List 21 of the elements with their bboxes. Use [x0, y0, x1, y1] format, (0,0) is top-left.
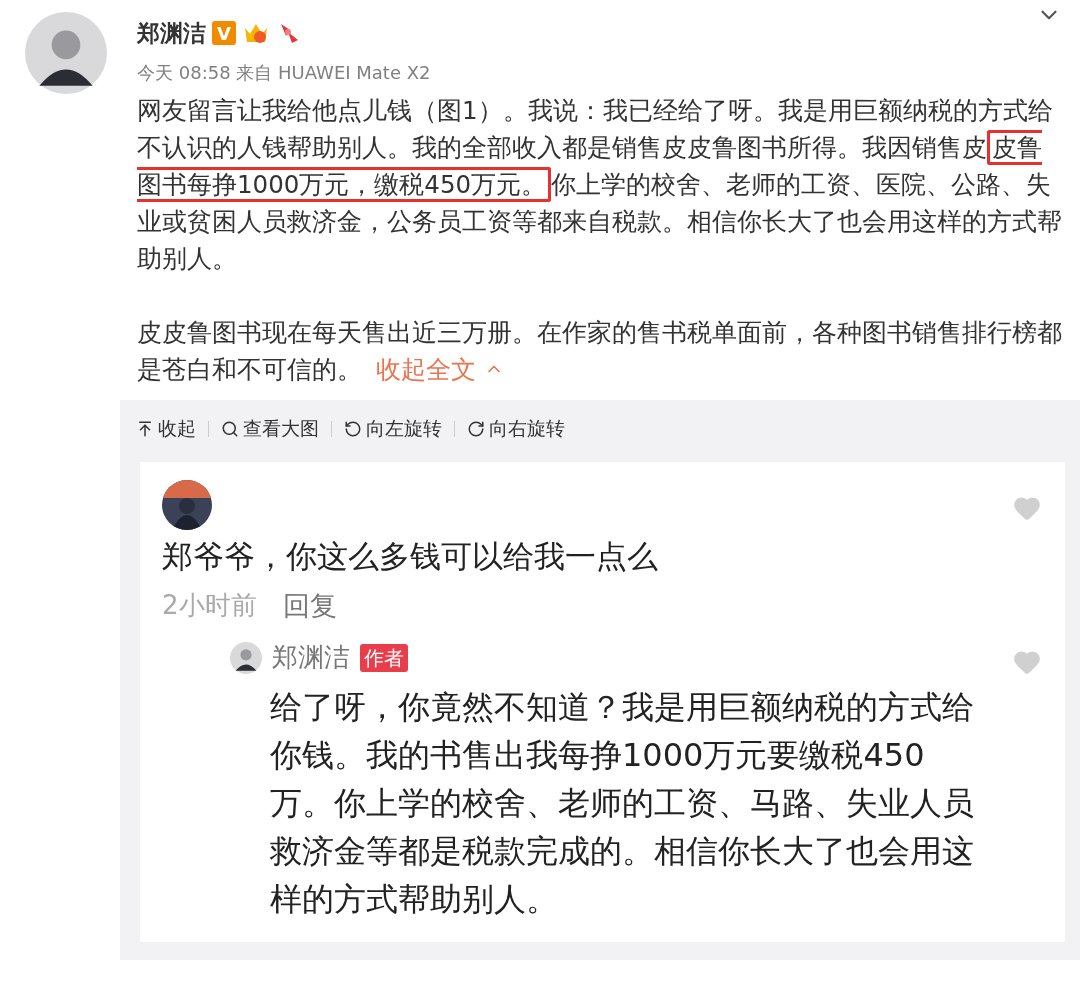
toolbar-button[interactable]: 向左旋转: [344, 414, 442, 443]
author-avatar: [230, 641, 262, 674]
post-text: 皮皮鲁图书现在每天售出近三万册。在作家的售书税单面前，各种图书销售排行榜都是苍白和不可信的。 收起全文: [137, 313, 1062, 388]
verified-badge: V: [212, 21, 236, 46]
comment-time: 2小时前: [162, 589, 257, 623]
comment-text: 郑爷爷，你这么多钱可以给我一点么: [162, 536, 659, 576]
search-icon: [221, 419, 239, 438]
reply-text: 给了呀，你竟然不知道？我是用巨额纳税的方式给你钱。我的书售出我每挣1000万元要缴税450万。你上学的校舍、老师的工资、马路、失业人员救济金等都是税款完成的。相信你长大了也会用这样的方式帮助别人。: [270, 687, 975, 920]
rotate-left-icon: [344, 419, 362, 438]
post-meta: 今天 08:58 来自 HUAWEI Mate X2: [137, 60, 432, 85]
rotate-right-icon: [467, 419, 485, 438]
reply-button[interactable]: 回复: [282, 585, 337, 626]
reply-author[interactable]: 郑渊洁: [272, 638, 350, 677]
commenter-avatar: [162, 479, 212, 530]
post-text: 网友留言让我给他点儿钱（图1）。我说：我已经给了呀。我是用巨额纳税的方式给不认识的人钱帮助别人。我的全部收入都是销售皮皮鲁图书所得。我因销售皮 皮鲁图书每挣1000万元，缴税450万元。 你上学的校舍、老师的工资、医院、公路、失业或贫困人员救济金，公务员工资等都来自税款。相信你长大了也会用这样的方式帮助别人。: [137, 94, 1062, 275]
toolbar-button[interactable]: 向右旋转: [467, 414, 565, 443]
toolbar-button[interactable]: 收起: [136, 414, 196, 443]
author-name[interactable]: 郑渊洁: [137, 16, 206, 51]
author-tag: 作者: [360, 643, 408, 672]
arrow-up-icon: [136, 419, 154, 438]
toolbar-button[interactable]: 查看大图: [221, 414, 319, 443]
